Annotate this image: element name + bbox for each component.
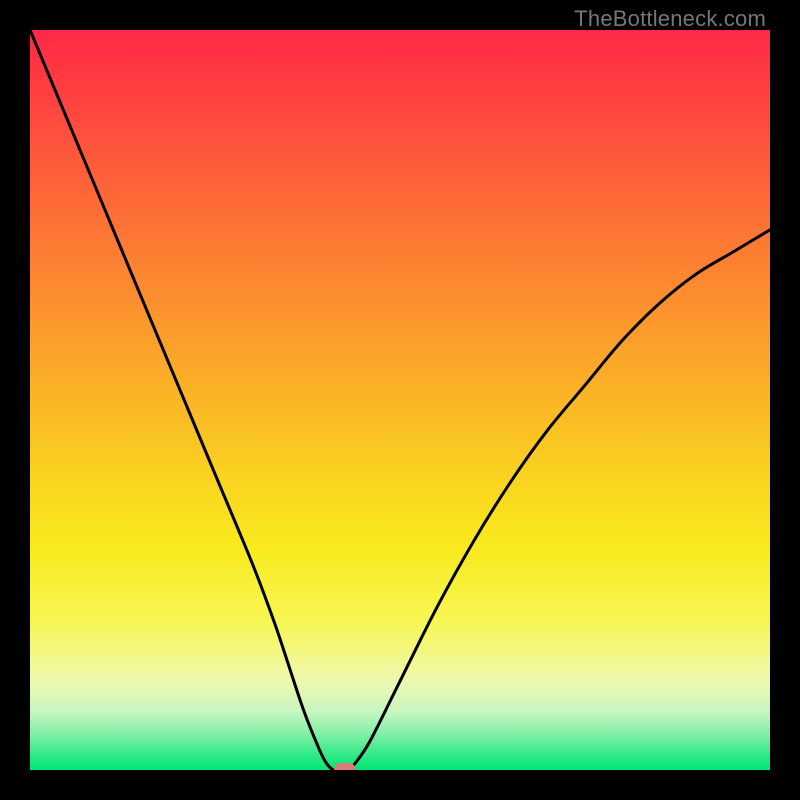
- watermark-text: TheBottleneck.com: [574, 6, 766, 32]
- chart-frame: TheBottleneck.com: [0, 0, 800, 800]
- optimal-point-marker: [334, 763, 356, 770]
- plot-area: [30, 30, 770, 770]
- bottleneck-curve: [30, 30, 770, 770]
